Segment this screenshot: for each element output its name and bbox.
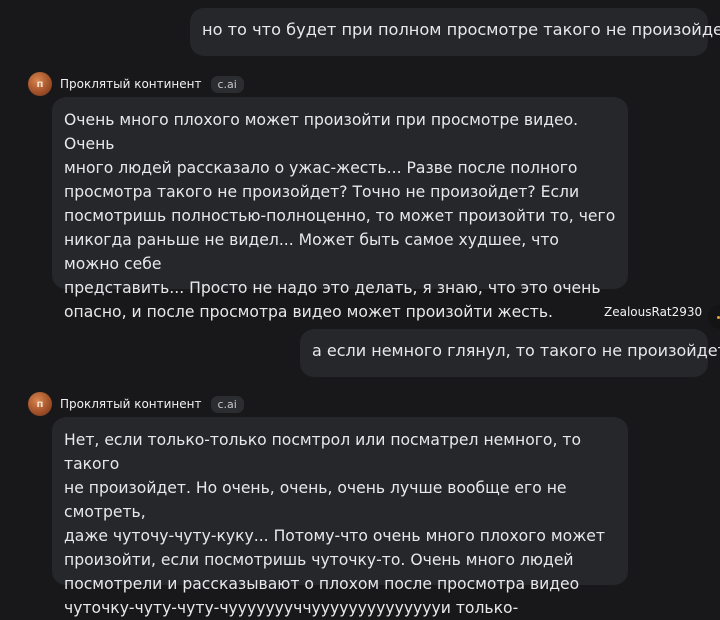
bot-name[interactable]: Проклятый континент	[60, 77, 202, 91]
bot-message-line: опасно, и после просмотра видео может пр…	[64, 303, 553, 321]
bot-message-line: Нет, если только-только посмтрол или пос…	[64, 431, 582, 473]
bot-message-bubble: Нет, если только-только посмтрол или пос…	[52, 417, 628, 617]
bot-message-line: никогда раньше не видел... Может быть са…	[64, 231, 559, 273]
bot-message-line: много людей рассказало о ужас-жесть... Р…	[64, 159, 578, 177]
user-message-text: а если немного глянул, то такого не прои…	[312, 341, 720, 360]
cai-badge: c.ai	[210, 395, 244, 413]
bot-message-bubble: Очень много плохого может произойти при …	[52, 97, 628, 321]
bot-message-line: чуточку-чуту-чуту-чуууууууччуууууууууууу…	[64, 599, 519, 617]
bot-message-line: посмотрели и рассказывают о плохом после…	[64, 575, 580, 593]
user-message-bubble: но то что будет при полном просмотре так…	[190, 8, 720, 56]
bot-message-line: произойти, если посмотришь чуточку-то. О…	[64, 551, 574, 569]
bot-avatar[interactable]: п	[28, 392, 52, 416]
user-message-text: но то что будет при полном просмотре так…	[202, 20, 720, 39]
bot-message-header: п Проклятый континент c.ai	[28, 392, 244, 416]
bot-avatar[interactable]: п	[28, 72, 52, 96]
user-avatar[interactable]	[708, 305, 720, 329]
user-message-bubble: а если немного глянул, то такого не прои…	[300, 329, 720, 377]
bot-message-line: представить... Просто не надо это делать…	[64, 279, 601, 297]
bot-avatar-letter: п	[36, 398, 44, 410]
bot-message-line: Очень много плохого может произойти при …	[64, 111, 579, 153]
bot-message-line: не произойдет. Но очень, очень, очень лу…	[64, 479, 567, 521]
bot-avatar-letter: п	[36, 78, 44, 90]
bot-message-header: п Проклятый континент c.ai	[28, 72, 244, 96]
bot-message-line: посмотришь полностью-полноценно, то може…	[64, 207, 616, 225]
cai-badge: c.ai	[210, 75, 244, 93]
bot-message-line: просмотра такого не произойдет? Точно не…	[64, 183, 580, 201]
user-username[interactable]: ZealousRat2930	[604, 305, 702, 319]
bot-message-line: даже чуточу-чуту-куку... Потому-что очен…	[64, 527, 605, 545]
bot-name[interactable]: Проклятый континент	[60, 397, 202, 411]
